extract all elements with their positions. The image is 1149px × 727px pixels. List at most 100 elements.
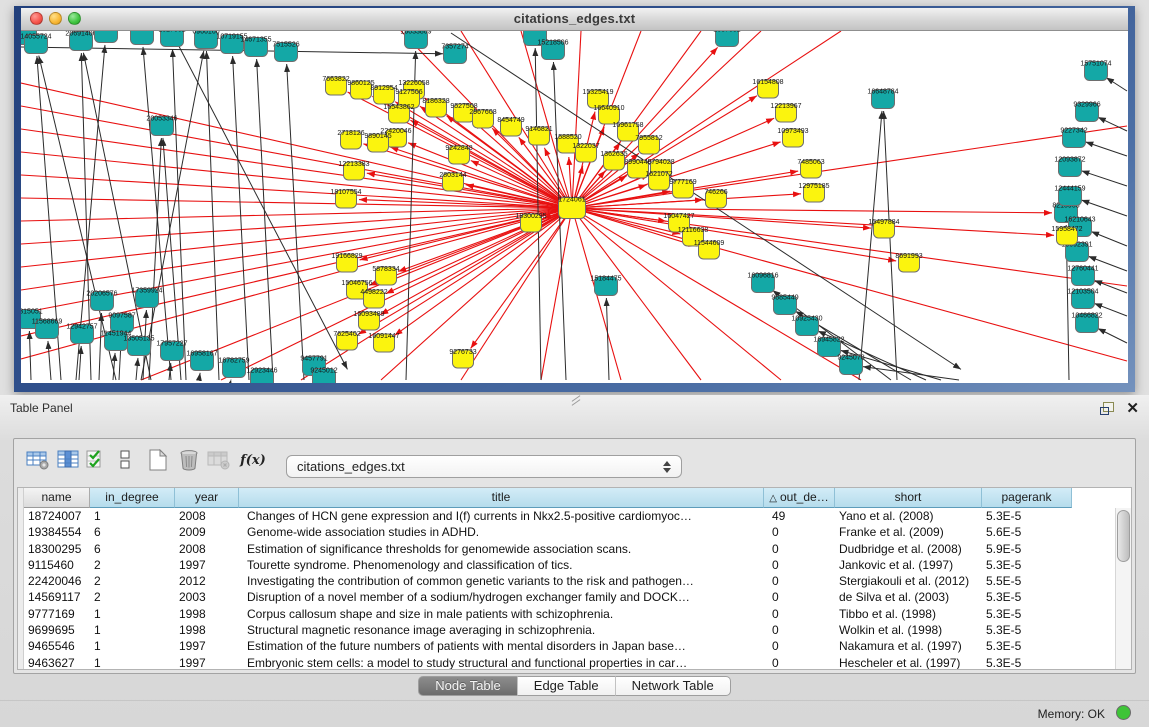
cell-in-degree[interactable]: 2 [90,573,175,589]
column-header-title[interactable]: title [239,488,764,508]
cell-name[interactable]: 9777169 [24,606,90,622]
cell-short[interactable]: Dudbridge et al. (2008) [835,541,982,557]
cell-year[interactable]: 2009 [175,524,239,540]
table-row[interactable]: 1456911722003Disruption of a novel membe… [24,589,1131,605]
cell-name[interactable]: 9463627 [24,655,90,670]
row-height-icon[interactable] [113,447,139,473]
cell-year[interactable]: 2003 [175,589,239,605]
cell-short[interactable]: Jankovic et al. (1997) [835,557,982,573]
cell-short[interactable]: Nakamura et al. (1997) [835,638,982,654]
cell-title[interactable]: Tourette syndrome. Phenomenology and cla… [239,557,764,573]
cell-out-de-[interactable]: 0 [764,606,835,622]
table-row[interactable]: 2242004622012Investigating the contribut… [24,573,1131,589]
cell-short[interactable]: Yano et al. (2008) [835,508,982,524]
cell-name[interactable]: 9699695 [24,622,90,638]
cell-name[interactable]: 14569117 [24,589,90,605]
cell-short[interactable]: Hescheler et al. (1997) [835,655,982,670]
cell-pagerank[interactable]: 5.3E-5 [982,638,1072,654]
tab-edge-table[interactable]: Edge Table [517,676,615,696]
cell-title[interactable]: Embryonic stem cells: a model to study s… [239,655,764,670]
cell-out-de-[interactable]: 0 [764,589,835,605]
column-header-out-de-[interactable]: △out_de… [764,488,835,508]
cell-name[interactable]: 18300295 [24,541,90,557]
cell-short[interactable]: Tibbo et al. (1998) [835,606,982,622]
cell-year[interactable]: 2008 [175,541,239,557]
show-columns-icon[interactable] [56,447,82,473]
column-header-pagerank[interactable]: pagerank [982,488,1072,508]
cell-pagerank[interactable]: 5.3E-5 [982,655,1072,670]
cell-year[interactable]: 1997 [175,557,239,573]
cell-title[interactable]: Estimation of the future numbers of pati… [239,638,764,654]
cell-title[interactable]: Changes of HCN gene expression and I(f) … [239,508,764,524]
cell-year[interactable]: 1998 [175,622,239,638]
split-resize-handle[interactable] [571,396,581,404]
graph-node[interactable] [95,31,118,43]
column-header-year[interactable]: year [175,488,239,508]
cell-name[interactable]: 19384554 [24,524,90,540]
cell-pagerank[interactable]: 5.3E-5 [982,557,1072,573]
new-table-icon[interactable] [145,447,171,473]
cell-title[interactable]: Corpus callosum shape and size in male p… [239,606,764,622]
cell-short[interactable]: Stergiakouli et al. (2012) [835,573,982,589]
table-row[interactable]: 1872400712008Changes of HCN gene express… [24,508,1131,524]
cell-out-de-[interactable]: 0 [764,622,835,638]
cell-year[interactable]: 1997 [175,655,239,670]
table-row[interactable]: 1938455462009Genome-wide association stu… [24,524,1131,540]
cell-out-de-[interactable]: 0 [764,655,835,670]
cell-in-degree[interactable]: 6 [90,524,175,540]
cell-out-de-[interactable]: 0 [764,557,835,573]
cell-year[interactable]: 2008 [175,508,239,524]
tab-node-table[interactable]: Node Table [418,676,517,696]
cell-in-degree[interactable]: 2 [90,589,175,605]
table-row[interactable]: 946362711997Embryonic stem cells: a mode… [24,655,1131,670]
cell-pagerank[interactable]: 5.5E-5 [982,573,1072,589]
cell-short[interactable]: de Silva et al. (2003) [835,589,982,605]
table-row[interactable]: 1830029562008Estimation of significance … [24,541,1131,557]
cell-name[interactable]: 22420046 [24,573,90,589]
cell-in-degree[interactable]: 6 [90,541,175,557]
table-row[interactable]: 946554611997Estimation of the future num… [24,638,1131,654]
cell-in-degree[interactable]: 1 [90,606,175,622]
cell-name[interactable]: 9465546 [24,638,90,654]
cell-in-degree[interactable]: 1 [90,638,175,654]
function-builder-icon[interactable]: f(x) [240,447,266,473]
cell-out-de-[interactable]: 0 [764,573,835,589]
cell-short[interactable]: Franke et al. (2009) [835,524,982,540]
cell-title[interactable]: Structural magnetic resonance image aver… [239,622,764,638]
tab-network-table[interactable]: Network Table [615,676,731,696]
cell-title[interactable]: Investigating the contribution of common… [239,573,764,589]
table-row[interactable]: 911546021997Tourette syndrome. Phenomeno… [24,557,1131,573]
cell-in-degree[interactable]: 1 [90,655,175,670]
cell-pagerank[interactable]: 5.3E-5 [982,508,1072,524]
cell-pagerank[interactable]: 5.9E-5 [982,541,1072,557]
cell-short[interactable]: Wolkin et al. (1998) [835,622,982,638]
scrollbar-thumb[interactable] [1117,510,1130,562]
cell-in-degree[interactable]: 1 [90,508,175,524]
cell-out-de-[interactable]: 0 [764,524,835,540]
select-columns-icon[interactable] [84,447,110,473]
delete-icon[interactable] [176,447,202,473]
column-header-name[interactable]: name [24,488,90,508]
table-mode-icon[interactable] [25,447,51,473]
table-row[interactable]: 969969511998Structural magnetic resonanc… [24,622,1131,638]
vertical-scrollbar[interactable] [1115,508,1131,669]
cell-year[interactable]: 1997 [175,638,239,654]
cell-pagerank[interactable]: 5.3E-5 [982,589,1072,605]
cell-title[interactable]: Disruption of a novel member of a sodium… [239,589,764,605]
window-titlebar[interactable]: citations_edges.txt [21,8,1128,31]
cell-pagerank[interactable]: 5.6E-5 [982,524,1072,540]
cell-title[interactable]: Estimation of significance thresholds fo… [239,541,764,557]
table-row[interactable]: 977716911998Corpus callosum shape and si… [24,606,1131,622]
close-panel-icon[interactable]: ✕ [1126,402,1139,415]
cell-pagerank[interactable]: 5.3E-5 [982,606,1072,622]
network-canvas[interactable]: 9605524140557242069140618924342106532871… [21,31,1128,383]
column-header-short[interactable]: short [835,488,982,508]
cell-year[interactable]: 1998 [175,606,239,622]
cell-in-degree[interactable]: 1 [90,622,175,638]
cell-out-de-[interactable]: 49 [764,508,835,524]
float-window-icon[interactable] [1100,402,1114,415]
cell-name[interactable]: 9115460 [24,557,90,573]
cell-year[interactable]: 2012 [175,573,239,589]
cell-title[interactable]: Genome-wide association studies in ADHD. [239,524,764,540]
cell-pagerank[interactable]: 5.3E-5 [982,622,1072,638]
